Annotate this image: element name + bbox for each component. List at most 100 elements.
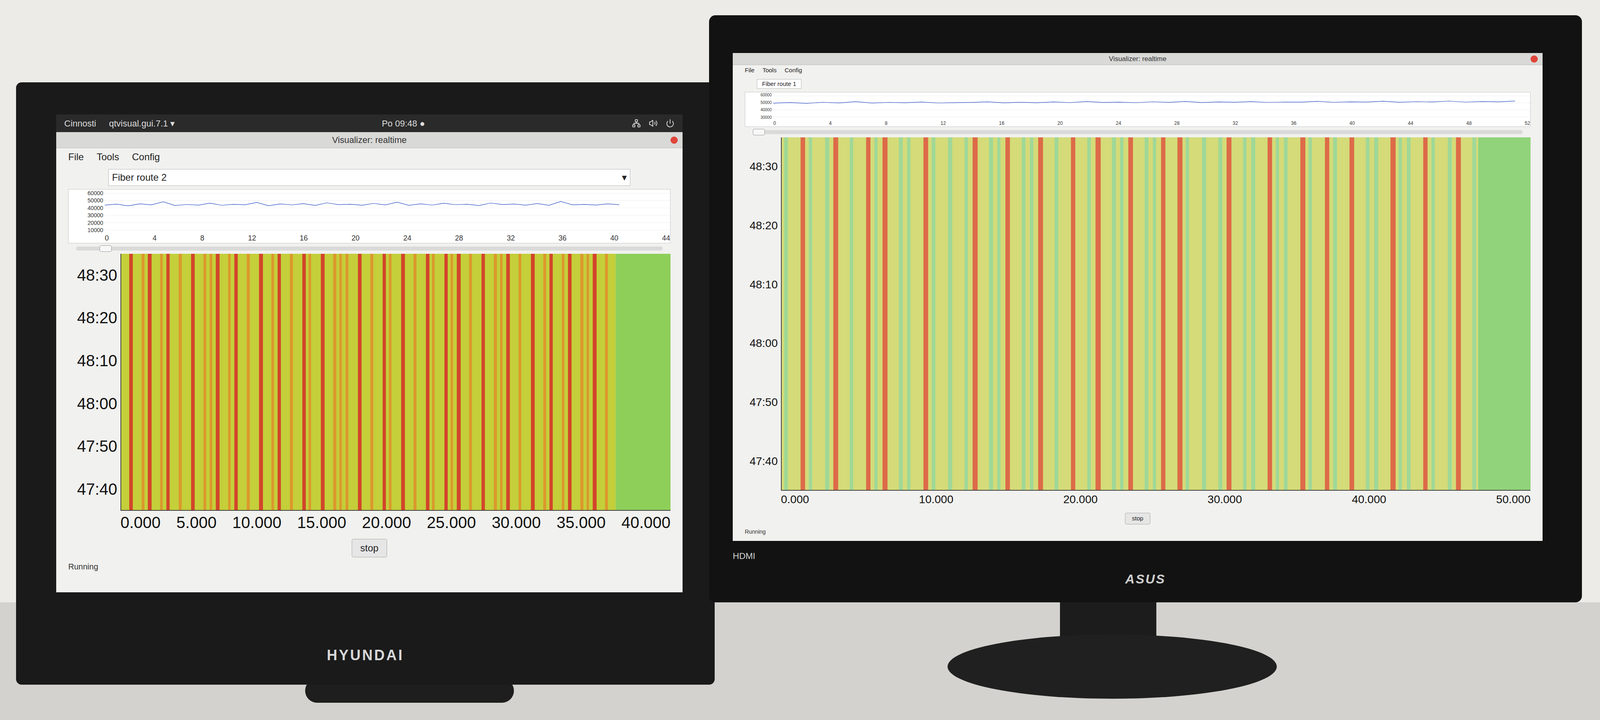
axis-tick: 10.000: [919, 492, 954, 507]
axis-tick: 44: [1407, 120, 1413, 127]
window-titlebar: Visualizer: realtime: [56, 132, 683, 149]
axis-tick: 40: [610, 233, 619, 243]
axis-tick: 10.000: [232, 512, 282, 533]
range-slider[interactable]: [76, 246, 663, 251]
window-title: Visualizer: realtime: [1108, 53, 1167, 65]
close-button[interactable]: [670, 136, 678, 144]
axis-tick: 8: [200, 233, 205, 243]
axis-tick: 40000: [760, 108, 772, 113]
axis-tick: 52: [1524, 120, 1530, 127]
axis-tick: 30.000: [1207, 492, 1243, 507]
axis-tick: 32: [1232, 120, 1238, 127]
axis-tick: 50000: [87, 197, 104, 204]
route-label: Fiber route 2: [112, 170, 167, 185]
close-button[interactable]: [1530, 55, 1538, 63]
axis-tick: 40.000: [621, 512, 671, 533]
waterfall-x-axis: 0.00010.00020.00030.00040.00050.000: [780, 490, 1531, 507]
dropdown-arrow: ▾: [621, 170, 627, 185]
axis-tick: 12: [940, 120, 946, 127]
trace-panel: 6000050000400003000004812162024283236404…: [744, 91, 1531, 127]
left-monitor: Cinnosti qtvisual.gui.7.1 ▾ Po 09:48 ● Visu…: [16, 82, 715, 685]
slider-handle[interactable]: [99, 245, 112, 252]
stop-button[interactable]: stop: [351, 538, 387, 558]
axis-tick: 20: [1057, 120, 1063, 127]
axis-tick: 47:40: [749, 455, 778, 467]
screen: Cinnosti qtvisual.gui.7.1 ▾ Po 09:48 ● Visu…: [56, 114, 683, 593]
window-titlebar: Visualizer: realtime: [732, 52, 1543, 66]
axis-tick: 40000: [87, 205, 104, 211]
clock[interactable]: Po 09:48 ●: [381, 116, 425, 131]
axis-tick: 24: [1115, 120, 1122, 127]
trace-x-axis: 048121620242832364044: [68, 233, 671, 243]
menu-item[interactable]: Tools: [762, 65, 777, 76]
no-data-area: [1477, 137, 1531, 490]
axis-tick: 48: [1466, 120, 1472, 127]
menu-item[interactable]: Config: [132, 149, 160, 165]
waterfall-y-axis: 48:3048:2048:1048:0047:5047:40: [744, 137, 781, 491]
axis-tick: 28: [454, 233, 463, 243]
axis-tick: 40: [1349, 120, 1355, 127]
axis-tick: 47:50: [77, 438, 118, 455]
brand-logo: ASUS: [1125, 569, 1166, 589]
desktop-topbar: Cinnosti qtvisual.gui.7.1 ▾ Po 09:48 ●: [56, 114, 683, 133]
app-menu[interactable]: qtvisual.gui.7.1 ▾: [108, 116, 175, 131]
axis-tick: 0.000: [780, 492, 810, 507]
trace-line: [104, 201, 620, 206]
waterfall-x-axis: 0.0005.00010.00015.00020.00025.00030.000…: [120, 510, 671, 533]
route-label: Fiber route 1: [762, 80, 797, 88]
axis-tick: 16: [998, 120, 1005, 127]
route-tab[interactable]: Fiber route 1: [756, 79, 802, 90]
network-icon[interactable]: [631, 118, 641, 128]
status-text: Running: [744, 527, 1531, 537]
trace-y-axis: 60000500004000030000: [745, 92, 774, 121]
window-title: Visualizer: realtime: [332, 133, 407, 147]
axis-tick: 44: [662, 233, 671, 243]
trace-line: [773, 101, 1515, 104]
axis-tick: 20.000: [1063, 492, 1098, 507]
trace-y-axis: 600005000040000300002000010000: [68, 189, 105, 234]
slider-handle[interactable]: [752, 128, 765, 136]
axis-tick: 0.000: [120, 512, 161, 533]
route-dropdown[interactable]: Fiber route 2 ▾: [108, 169, 631, 186]
menu-item[interactable]: Tools: [96, 149, 120, 165]
axis-tick: 48:20: [749, 220, 778, 232]
axis-tick: 10000: [87, 227, 104, 233]
axis-tick: 0: [104, 233, 109, 243]
axis-tick: 48:10: [77, 352, 118, 369]
trace-x-axis: 0481216202428323640444852: [745, 120, 1531, 127]
menu-item[interactable]: Config: [784, 65, 802, 76]
menu-item[interactable]: File: [744, 65, 755, 76]
brand-logo: HYUNDAI: [326, 644, 404, 667]
axis-tick: 12: [248, 233, 257, 243]
waterfall-chart: [780, 137, 1531, 491]
menu-bar: File Tools Config: [68, 148, 671, 166]
axis-tick: 5.000: [176, 512, 217, 533]
menu-item[interactable]: File: [68, 149, 84, 165]
axis-tick: 24: [403, 233, 412, 243]
waterfall-panel: 48:3048:2048:1048:0047:5047:400.0005.000…: [68, 253, 671, 533]
scene: Cinnosti qtvisual.gui.7.1 ▾ Po 09:48 ● Visu…: [0, 0, 1600, 720]
range-slider[interactable]: [752, 130, 1523, 135]
waterfall-panel: 48:3048:2048:1048:0047:5047:400.00010.00…: [744, 137, 1531, 507]
activities-button[interactable]: Cinnosti: [64, 116, 96, 131]
no-data-area: [615, 253, 671, 510]
stop-button[interactable]: stop: [1125, 512, 1150, 525]
axis-tick: 20: [351, 233, 360, 243]
port-label: HDMI: [732, 549, 756, 563]
axis-tick: 4: [152, 233, 157, 243]
axis-tick: 20000: [87, 220, 104, 226]
axis-tick: 40.000: [1351, 492, 1387, 507]
axis-tick: 20.000: [362, 512, 412, 533]
axis-tick: 8: [884, 120, 888, 127]
trace-panel: 6000050000400003000020000100000481216202…: [68, 189, 671, 244]
volume-icon[interactable]: [648, 118, 658, 128]
monitor-base: [947, 634, 1277, 699]
axis-tick: 48:00: [77, 395, 118, 412]
axis-tick: 48:30: [749, 161, 778, 173]
axis-tick: 47:50: [749, 396, 778, 408]
axis-tick: 48:30: [77, 267, 118, 284]
power-icon[interactable]: [665, 118, 675, 128]
axis-tick: 30.000: [491, 512, 541, 533]
axis-tick: 36: [1290, 120, 1297, 127]
waterfall-chart: [120, 253, 671, 511]
